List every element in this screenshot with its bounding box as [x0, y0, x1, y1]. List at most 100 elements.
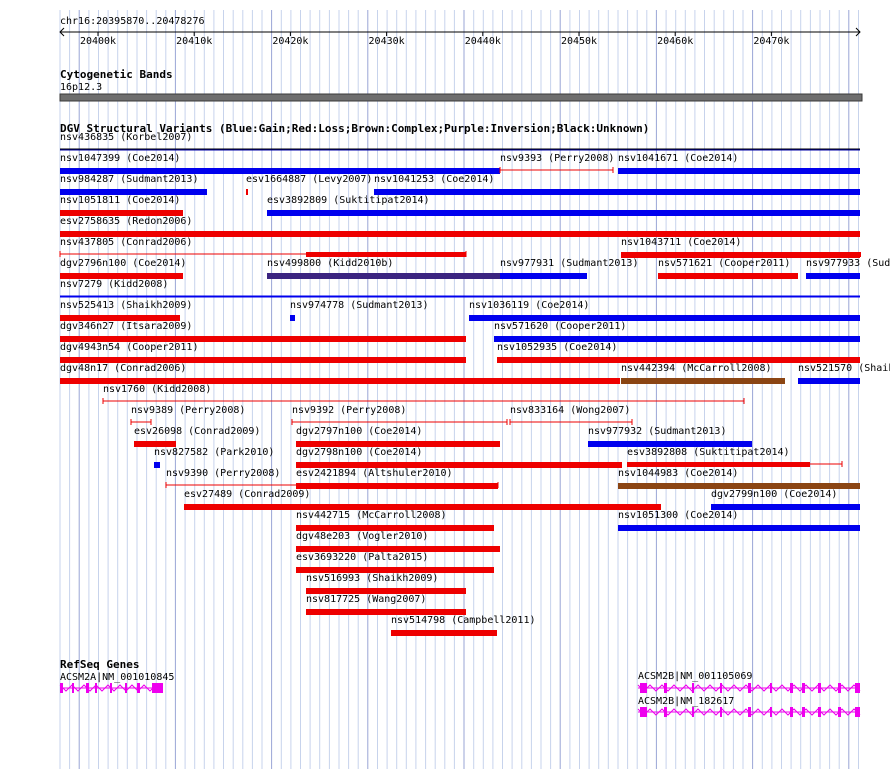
refseq-gene-exon	[818, 707, 821, 717]
refseq-gene-exon	[720, 707, 722, 717]
refseq-genes: ACSM2A|NM_001010845 ACSM2B|NM_001105069 AC…	[59, 671, 861, 717]
dgv-feature[interactable]: dgv48n17 (Conrad2006)	[60, 363, 620, 384]
dgv-feature-bar[interactable]	[618, 525, 860, 531]
ruler-tick-label: 20470k	[753, 36, 789, 47]
dgv-feature-bar[interactable]	[267, 273, 500, 279]
dgv-feature[interactable]: nsv833164 (Wong2007)	[509, 405, 633, 425]
dgv-feature[interactable]: nsv1052935 (Coe2014)	[497, 342, 860, 363]
dgv-feature[interactable]: nsv525413 (Shaikh2009)	[60, 300, 192, 321]
dgv-feature[interactable]: nsv1041253 (Coe2014)	[374, 174, 860, 195]
dgv-feature-label: esv3693220 (Palta2015)	[296, 552, 428, 563]
dgv-feature[interactable]: nsv977933 (Sudmant2013)	[806, 258, 890, 279]
dgv-feature[interactable]: nsv1760 (Kidd2008)	[102, 384, 745, 404]
dgv-feature-bar[interactable]	[618, 168, 860, 174]
dgv-feature-bar[interactable]	[267, 210, 860, 216]
dgv-feature-label: dgv346n27 (Itsara2009)	[60, 321, 192, 332]
dgv-feature-bar[interactable]	[154, 462, 160, 468]
dgv-feature[interactable]: nsv571620 (Cooper2011)	[494, 321, 860, 342]
dgv-feature[interactable]: dgv2796n100 (Coe2014)	[60, 258, 186, 279]
dgv-feature[interactable]: nsv9393 (Perry2008)	[499, 153, 614, 173]
dgv-feature[interactable]: esv3892809 (Suktitipat2014)	[267, 195, 860, 216]
dgv-feature[interactable]: nsv516993 (Shaikh2009)	[306, 573, 466, 594]
dgv-feature-bar[interactable]	[798, 378, 860, 384]
dgv-feature[interactable]: nsv1051811 (Coe2014)	[60, 195, 183, 216]
refseq-gene-exon	[748, 707, 751, 717]
dgv-feature-label: nsv974778 (Sudmant2013)	[290, 300, 428, 311]
dgv-feature-label: nsv436835 (Korbel2007)	[60, 132, 192, 143]
refseq-gene[interactable]: ACSM2B|NM_001105069	[637, 671, 861, 693]
dgv-feature-bar[interactable]	[391, 630, 497, 636]
dgv-feature[interactable]: esv2421894 (Altshuler2010)	[296, 468, 498, 489]
dgv-feature-label: esv3892809 (Suktitipat2014)	[267, 195, 430, 206]
dgv-feature[interactable]: nsv1041671 (Coe2014)	[618, 153, 860, 174]
dgv-feature[interactable]: dgv346n27 (Itsara2009)	[60, 321, 466, 342]
dgv-feature-label: nsv1047399 (Coe2014)	[60, 153, 180, 164]
dgv-feature[interactable]: nsv1047399 (Coe2014)	[60, 153, 500, 174]
dgv-feature[interactable]: dgv2798n100 (Coe2014)	[296, 447, 622, 468]
dgv-feature[interactable]: nsv442394 (McCarroll2008)	[621, 363, 785, 384]
ruler-tick-label: 20450k	[561, 36, 597, 47]
dgv-feature[interactable]: esv2758635 (Redon2006)	[60, 216, 860, 237]
refseq-gene-exon	[137, 683, 140, 693]
refseq-gene-exon	[802, 683, 805, 693]
dgv-feature-bar[interactable]	[306, 252, 466, 257]
refseq-gene-exon	[640, 707, 647, 717]
dgv-feature-bar[interactable]	[500, 273, 587, 279]
dgv-feature-label: nsv437805 (Conrad2006)	[60, 237, 192, 248]
dgv-feature-label: esv27489 (Conrad2009)	[184, 489, 310, 500]
dgv-feature-bar[interactable]	[374, 189, 860, 195]
ruler-tick-label: 20460k	[657, 36, 693, 47]
dgv-feature[interactable]: nsv977932 (Sudmant2013)	[588, 426, 752, 447]
dgv-feature[interactable]: nsv9392 (Perry2008)	[291, 405, 508, 425]
dgv-feature-label: nsv514798 (Campbell2011)	[391, 615, 536, 626]
ruler-track: chr16:20395870..20478276 20400k 20410k 204…	[59, 16, 861, 47]
dgv-feature[interactable]: nsv514798 (Campbell2011)	[391, 615, 536, 636]
dgv-track: DGV Structural Variants (Blue:Gain;Red:L…	[59, 122, 890, 636]
refseq-gene-exon	[86, 683, 89, 693]
dgv-feature-bar[interactable]	[246, 189, 248, 195]
refseq-gene-exon	[640, 683, 647, 693]
refseq-gene-exon	[790, 707, 793, 717]
dgv-feature[interactable]: nsv499800 (Kidd2010b)	[267, 258, 500, 279]
dgv-feature[interactable]: nsv521570 (Shaikh2009)	[798, 363, 890, 384]
dgv-feature-label: dgv2798n100 (Coe2014)	[296, 447, 422, 458]
dgv-feature[interactable]: esv1664887 (Levy2007)	[246, 174, 372, 195]
ruler-landmark: chr16:20395870..20478276	[60, 16, 205, 27]
refseq-gene-exon	[692, 707, 694, 717]
dgv-feature-bar[interactable]	[621, 252, 861, 257]
dgv-feature[interactable]: esv3892808 (Suktitipat2014)	[627, 447, 843, 467]
dgv-feature-label: nsv1041671 (Coe2014)	[618, 153, 738, 164]
dgv-feature-label: nsv571620 (Cooper2011)	[494, 321, 626, 332]
dgv-feature-label: nsv521570 (Shaikh2009)	[798, 363, 890, 374]
dgv-feature[interactable]: nsv1036119 (Coe2014)	[469, 300, 860, 321]
refseq-gene-exon	[818, 683, 821, 693]
cytoband-bar[interactable]	[59, 93, 863, 102]
ruler-tick-label: 20430k	[369, 36, 405, 47]
dgv-feature-bar[interactable]	[658, 273, 798, 279]
dgv-feature[interactable]: dgv48e203 (Vogler2010)	[296, 531, 500, 552]
dgv-feature[interactable]: nsv571621 (Cooper2011)	[658, 258, 798, 279]
refseq-gene[interactable]: ACSM2B|NM_182617	[637, 696, 861, 717]
dgv-feature[interactable]: nsv1051300 (Coe2014)	[618, 510, 860, 531]
dgv-feature-bar[interactable]	[806, 273, 860, 279]
dgv-feature[interactable]: esv26098 (Conrad2009)	[134, 426, 260, 447]
dgv-feature[interactable]: dgv2799n100 (Coe2014)	[711, 489, 860, 510]
dgv-feature-label: esv2421894 (Altshuler2010)	[296, 468, 453, 479]
dgv-feature-bar[interactable]	[296, 483, 498, 489]
dgv-feature[interactable]: nsv9389 (Perry2008)	[130, 405, 245, 425]
dgv-feature-label: nsv571621 (Cooper2011)	[658, 258, 790, 269]
dgv-feature[interactable]: nsv7279 (Kidd2008)	[60, 279, 860, 297]
dgv-feature-bar[interactable]	[290, 315, 295, 321]
dgv-feature[interactable]: nsv974778 (Sudmant2013)	[290, 300, 428, 321]
dgv-feature-bar[interactable]	[627, 462, 810, 467]
dgv-feature[interactable]: nsv817725 (Wang2007)	[306, 594, 466, 615]
refseq-gene[interactable]: ACSM2A|NM_001010845	[59, 672, 174, 693]
dgv-feature-label: nsv442715 (McCarroll2008)	[296, 510, 447, 521]
refseq-gene-exon	[60, 683, 63, 693]
dgv-feature[interactable]: nsv1044983 (Coe2014)	[618, 468, 860, 489]
dgv-feature-label: nsv516993 (Shaikh2009)	[306, 573, 438, 584]
dgv-feature[interactable]: dgv4943n54 (Cooper2011)	[60, 342, 466, 363]
dgv-feature[interactable]: dgv2797n100 (Coe2014)	[296, 426, 500, 447]
dgv-feature[interactable]: nsv984287 (Sudmant2013)	[60, 174, 207, 195]
dgv-feature-bar[interactable]	[621, 378, 785, 384]
